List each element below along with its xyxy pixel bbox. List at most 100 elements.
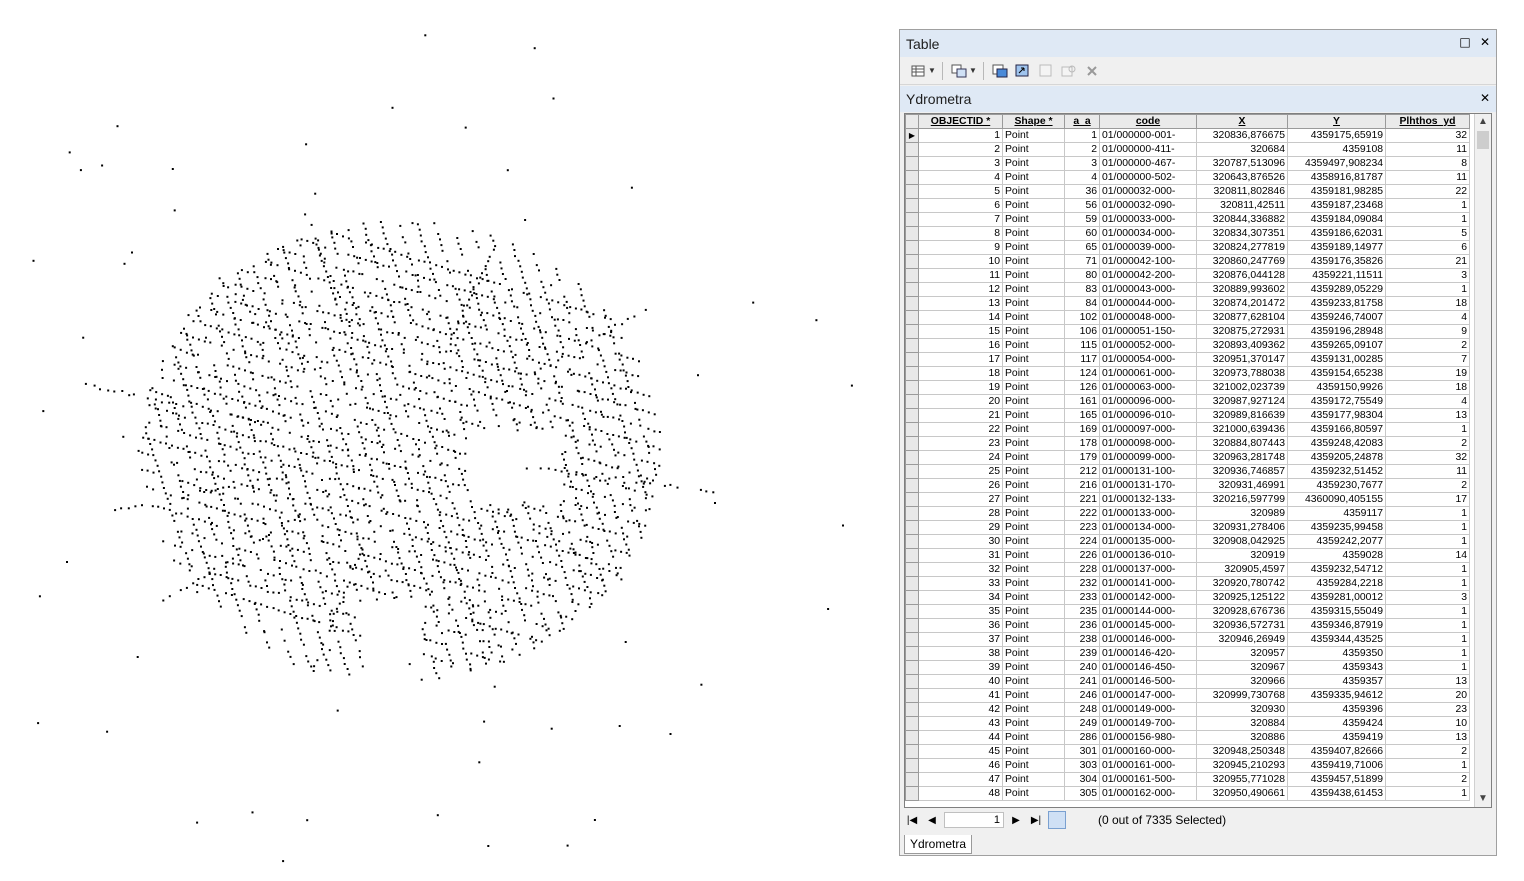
- row-selector[interactable]: [905, 604, 919, 619]
- table-cell[interactable]: 17: [1385, 492, 1470, 507]
- table-cell[interactable]: 222: [1064, 506, 1100, 521]
- table-cell[interactable]: 6: [1385, 240, 1470, 255]
- row-selector[interactable]: [905, 674, 919, 689]
- table-cell[interactable]: 248: [1064, 702, 1100, 717]
- table-cell[interactable]: Point: [1002, 534, 1065, 549]
- table-cell[interactable]: 4359284,2218: [1287, 576, 1386, 591]
- row-selector[interactable]: [905, 450, 919, 465]
- table-cell[interactable]: 4359335,94612: [1287, 688, 1386, 703]
- table-cell[interactable]: 3: [1064, 156, 1100, 171]
- table-cell[interactable]: 320875,272931: [1196, 324, 1288, 339]
- table-row[interactable]: 2 Point 2 01/000000-411- 320684 4359108 11: [905, 142, 1470, 157]
- table-row[interactable]: 33 Point 232 01/000141-000- 320920,780742 435…: [905, 576, 1470, 591]
- row-selector[interactable]: [905, 702, 919, 717]
- table-cell[interactable]: 1: [1385, 520, 1470, 535]
- table-cell[interactable]: 25: [918, 464, 1003, 479]
- table-row[interactable]: 13 Point 84 01/000044-000- 320874,201472 4359…: [905, 296, 1470, 311]
- table-cell[interactable]: 01/000147-000-: [1099, 688, 1197, 703]
- table-cell[interactable]: 4359177,98304: [1287, 408, 1386, 423]
- table-cell[interactable]: 320886: [1196, 730, 1288, 745]
- table-cell[interactable]: 11: [1385, 170, 1470, 185]
- row-selector[interactable]: [905, 394, 919, 409]
- table-cell[interactable]: Point: [1002, 268, 1065, 283]
- table-cell[interactable]: 320643,876526: [1196, 170, 1288, 185]
- table-cell[interactable]: 36: [1064, 184, 1100, 199]
- table-cell[interactable]: 4358916,81787: [1287, 170, 1386, 185]
- table-cell[interactable]: 221: [1064, 492, 1100, 507]
- table-row[interactable]: 37 Point 238 01/000146-000- 320946,26949 4359…: [905, 632, 1470, 647]
- table-cell[interactable]: 2: [918, 142, 1003, 157]
- table-cell[interactable]: 320811,42511: [1196, 198, 1288, 213]
- row-selector[interactable]: [905, 688, 919, 703]
- table-cell[interactable]: 7: [918, 212, 1003, 227]
- table-cell[interactable]: 38: [918, 646, 1003, 661]
- table-cell[interactable]: 228: [1064, 562, 1100, 577]
- close-window-button[interactable]: ✕: [1478, 35, 1492, 49]
- table-cell[interactable]: 2: [1385, 772, 1470, 787]
- table-cell[interactable]: Point: [1002, 282, 1065, 297]
- table-cell[interactable]: 01/000146-420-: [1099, 646, 1197, 661]
- table-cell[interactable]: 39: [918, 660, 1003, 675]
- table-cell[interactable]: 1: [1385, 786, 1470, 801]
- table-cell[interactable]: 320945,210293: [1196, 758, 1288, 773]
- table-title-bar[interactable]: Table □ ✕: [900, 30, 1496, 57]
- table-cell[interactable]: Point: [1002, 184, 1065, 199]
- table-cell[interactable]: 320824,277819: [1196, 240, 1288, 255]
- table-cell[interactable]: 212: [1064, 464, 1100, 479]
- table-cell[interactable]: 4359184,09084: [1287, 212, 1386, 227]
- table-cell[interactable]: 4: [918, 170, 1003, 185]
- table-cell[interactable]: 320931,46991: [1196, 478, 1288, 493]
- table-cell[interactable]: 320951,370147: [1196, 352, 1288, 367]
- table-cell[interactable]: 8: [918, 226, 1003, 241]
- table-cell[interactable]: 01/000149-000-: [1099, 702, 1197, 717]
- table-cell[interactable]: Point: [1002, 702, 1065, 717]
- table-cell[interactable]: 320884: [1196, 716, 1288, 731]
- table-cell[interactable]: Point: [1002, 142, 1065, 157]
- table-row[interactable]: 10 Point 71 01/000042-100- 320860,247769 4359…: [905, 254, 1470, 269]
- table-cell[interactable]: 102: [1064, 310, 1100, 325]
- attribute-grid[interactable]: OBJECTID * Shape * a_a code X Y Plhthos_yd ▶ 1 P…: [904, 113, 1492, 808]
- table-cell[interactable]: 304: [1064, 772, 1100, 787]
- table-cell[interactable]: 19: [918, 380, 1003, 395]
- table-cell[interactable]: 320877,628104: [1196, 310, 1288, 325]
- table-cell[interactable]: 238: [1064, 632, 1100, 647]
- show-selected-records-icon[interactable]: [1070, 811, 1088, 829]
- table-row[interactable]: 7 Point 59 01/000033-000- 320844,336882 43591…: [905, 212, 1470, 227]
- table-cell[interactable]: 1: [1385, 646, 1470, 661]
- table-cell[interactable]: Point: [1002, 156, 1065, 171]
- table-cell[interactable]: 246: [1064, 688, 1100, 703]
- row-selector[interactable]: [905, 576, 919, 591]
- first-record-icon[interactable]: |◀: [904, 812, 920, 828]
- table-cell[interactable]: 80: [1064, 268, 1100, 283]
- scroll-up-icon[interactable]: ▲: [1475, 114, 1491, 130]
- table-cell[interactable]: 16: [918, 338, 1003, 353]
- table-cell[interactable]: 126: [1064, 380, 1100, 395]
- table-row[interactable]: 30 Point 224 01/000135-000- 320908,042925 435…: [905, 534, 1470, 549]
- table-cell[interactable]: 19: [1385, 366, 1470, 381]
- table-cell[interactable]: Point: [1002, 786, 1065, 801]
- row-selector[interactable]: [905, 212, 919, 227]
- table-cell[interactable]: 1: [918, 128, 1003, 143]
- table-cell[interactable]: 01/000137-000-: [1099, 562, 1197, 577]
- table-cell[interactable]: 4359346,87919: [1287, 618, 1386, 633]
- table-cell[interactable]: 4359497,908234: [1287, 156, 1386, 171]
- table-cell[interactable]: 01/000132-133-: [1099, 492, 1197, 507]
- table-row[interactable]: 46 Point 303 01/000161-000- 320945,210293 435…: [905, 758, 1470, 773]
- table-row[interactable]: 16 Point 115 01/000052-000- 320893,409362 435…: [905, 338, 1470, 353]
- row-selector[interactable]: [905, 324, 919, 339]
- table-cell[interactable]: 3: [1385, 590, 1470, 605]
- table-row[interactable]: 35 Point 235 01/000144-000- 320928,676736 435…: [905, 604, 1470, 619]
- table-cell[interactable]: 2: [1385, 436, 1470, 451]
- table-cell[interactable]: 18: [918, 366, 1003, 381]
- table-cell[interactable]: 1: [1385, 534, 1470, 549]
- table-cell[interactable]: 320936,746857: [1196, 464, 1288, 479]
- table-cell[interactable]: 4359289,05229: [1287, 282, 1386, 297]
- table-cell[interactable]: 01/000000-502-: [1099, 170, 1197, 185]
- chevron-down-icon[interactable]: ▼: [969, 66, 977, 75]
- related-tables-icon[interactable]: [949, 61, 969, 81]
- table-cell[interactable]: 4359150,9926: [1287, 380, 1386, 395]
- table-cell[interactable]: 301: [1064, 744, 1100, 759]
- table-row[interactable]: 27 Point 221 01/000132-133- 320216,597799 436…: [905, 492, 1470, 507]
- table-cell[interactable]: 01/000061-000-: [1099, 366, 1197, 381]
- table-cell[interactable]: 179: [1064, 450, 1100, 465]
